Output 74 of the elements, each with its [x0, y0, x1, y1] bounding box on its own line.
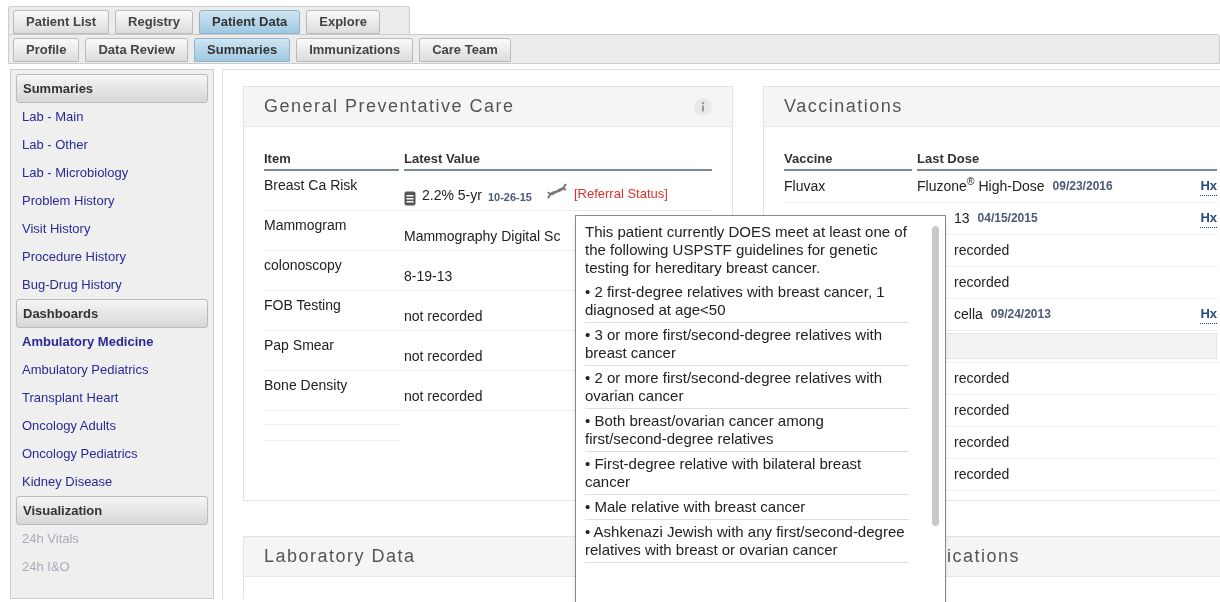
- table-cell-text: colonoscopy: [264, 255, 343, 275]
- criterion-text: • Both breast/ovarian cancer among first/second-degree relatives: [585, 409, 909, 452]
- sidebar-header: Summaries: [16, 74, 208, 103]
- table-cell-text: recorded: [954, 272, 1010, 292]
- tab[interactable]: Profile: [13, 38, 80, 62]
- table-cell-text: Fluzone$^{®}$ High-Dose: [917, 175, 1045, 196]
- card-title: Vaccinations: [784, 95, 903, 118]
- tab[interactable]: Immunizations: [296, 38, 414, 62]
- sidebar-item[interactable]: Transplant Heart: [22, 388, 119, 408]
- popup-text: This patient currently DOES meet at least one of the following USPSTF guidelines for genetic testing for hereditary breast cancer.: [585, 223, 908, 278]
- table-cell: Fluvax: [784, 178, 826, 194]
- criterion-text: • Male relative with breast cancer: [585, 495, 909, 520]
- criterion-text: • Ashkenazi Jewish with any first/second-degree relatives with breast or ovarian cancer: [585, 520, 909, 563]
- sidebar-item[interactable]: Procedure History: [22, 247, 127, 267]
- table-cell-text: Breast Ca Risk: [264, 175, 359, 195]
- table-cell-text: Bone Density: [264, 375, 349, 395]
- history-link[interactable]: Hx: [1200, 207, 1217, 229]
- tab[interactable]: Patient List: [13, 10, 110, 34]
- table-cell-text: Mammography Digital Sc: [404, 226, 561, 246]
- criterion-text: • 2 first-degree relatives with breast cancer, 1 diagnosed at age<50: [585, 280, 909, 323]
- table-cell-text: not recorded: [404, 386, 483, 406]
- sidebar-item[interactable]: Kidney Disease: [22, 472, 113, 492]
- tab[interactable]: Explore: [306, 10, 380, 34]
- table-cell-text: recorded: [954, 432, 1010, 452]
- sidebar-header: Dashboards: [16, 299, 208, 328]
- column-header: Latest Value: [404, 149, 712, 171]
- column-header: Item: [264, 149, 399, 171]
- date-text: 09/23/2016: [1052, 178, 1113, 195]
- table-cell-text: recorded: [954, 400, 1010, 420]
- table-cell-text: Mammogram: [264, 215, 348, 235]
- table-cell-text: not recorded: [404, 306, 483, 326]
- table-cell-text: recorded: [954, 368, 1010, 388]
- dna-icon[interactable]: [545, 181, 568, 200]
- criterion-text: • 3 or more first/second-degree relatives with breast cancer: [585, 323, 909, 366]
- criterion-text: • 2 or more first/second-degree relatives with ovarian cancer: [585, 366, 909, 409]
- tab[interactable]: Care Team: [419, 38, 511, 62]
- tab[interactable]: Data Review: [85, 38, 189, 62]
- sidebar-item[interactable]: Oncology Adults: [22, 416, 116, 436]
- card-title: Laboratory Data: [264, 545, 416, 568]
- tab[interactable]: Summaries: [194, 38, 291, 62]
- date-text: 10-26-15: [487, 190, 532, 205]
- tab[interactable]: Registry: [115, 10, 194, 34]
- card-title: General Preventative Care: [264, 95, 515, 118]
- criterion-text: • First-degree relative with bilateral breast cancer: [585, 452, 909, 495]
- info-icon[interactable]: [694, 97, 712, 116]
- sidebar-item[interactable]: Ambulatory Medicine: [22, 332, 154, 352]
- date-text: 09/24/2013: [990, 306, 1051, 323]
- table-cell-text: recorded: [954, 464, 1010, 484]
- sidebar-item[interactable]: Oncology Pediatrics: [22, 444, 138, 464]
- table-cell-text: cella: [954, 304, 983, 324]
- table-cell-text: recorded: [954, 240, 1010, 260]
- card-title: ications: [947, 545, 1021, 568]
- table-cell-text: Pap Smear: [264, 335, 336, 355]
- history-link[interactable]: Hx: [1200, 303, 1217, 325]
- sidebar-item[interactable]: Ambulatory Pediatrics: [22, 360, 149, 380]
- table-cell-text: not recorded: [404, 346, 483, 366]
- referral-status-link[interactable]: [Referral Status]: [573, 184, 668, 204]
- sidebar-item[interactable]: Lab - Microbiology: [22, 163, 129, 183]
- history-link[interactable]: Hx: [1200, 175, 1217, 197]
- sidebar-item[interactable]: Visit History: [22, 219, 91, 239]
- table-cell-text: 2.2% 5-yr: [422, 185, 482, 205]
- date-text: 04/15/2015: [977, 210, 1038, 227]
- sidebar-item[interactable]: Problem History: [22, 191, 115, 211]
- sidebar-item[interactable]: Lab - Other: [22, 135, 88, 155]
- sidebar-item[interactable]: Lab - Main: [22, 107, 84, 127]
- sidebar-header: Visualization: [16, 496, 208, 525]
- sidebar-item[interactable]: Bug-Drug History: [22, 275, 122, 295]
- table-cell-text: FOB Testing: [264, 295, 342, 315]
- table-cell-text: 13: [954, 208, 970, 228]
- table-cell-text: 8-19-13: [404, 266, 453, 286]
- tab[interactable]: Patient Data: [199, 10, 301, 34]
- column-header: Vaccine: [784, 149, 912, 171]
- document-icon[interactable]: [404, 190, 416, 206]
- column-header: Last Dose: [917, 149, 1217, 171]
